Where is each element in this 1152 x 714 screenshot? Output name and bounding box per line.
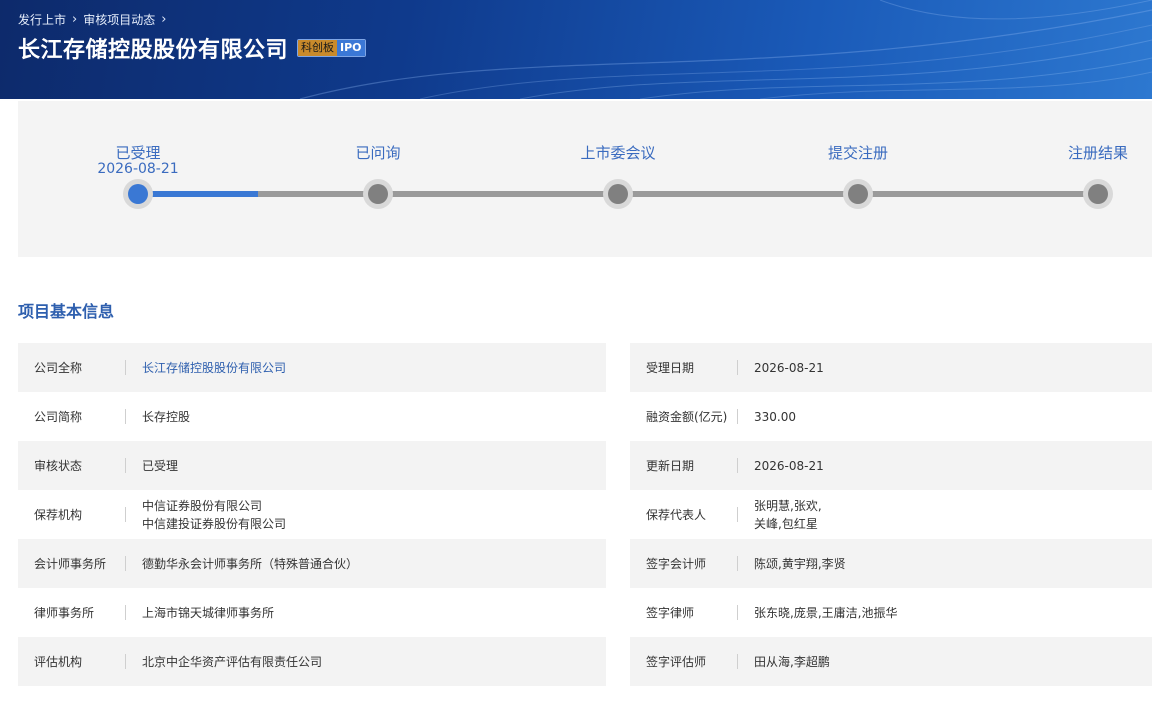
step-date-accepted: 2026-08-21: [97, 161, 179, 177]
board-badge-board: 科创板: [298, 40, 338, 56]
info-value-multiline: 张明慧,张欢, 关峰,包红星: [738, 497, 822, 533]
progress-track-fill: [138, 191, 258, 197]
step-node-inquired: [363, 179, 393, 209]
basic-info-left-table: 公司全称 长江存储控股股份有限公司 公司简称 长存控股 审核状态 已受理 保荐机…: [18, 343, 606, 686]
breadcrumb-item-review-news[interactable]: 审核项目动态: [83, 11, 155, 28]
info-row-signing-lawyers: 签字律师 张东晓,庞景,王庸洁,池振华: [630, 588, 1152, 637]
info-row-short-name: 公司简称 长存控股: [18, 392, 606, 441]
info-row-signing-appraisers: 签字评估师 田从海,李超鹏: [630, 637, 1152, 686]
step-node-registration-result: [1083, 179, 1113, 209]
info-label: 签字律师: [630, 588, 738, 637]
step-label-inquired: 已问询: [355, 144, 401, 162]
info-label: 律师事务所: [18, 588, 126, 637]
info-label: 签字评估师: [630, 637, 738, 686]
step-label-registration-result: 注册结果: [1067, 144, 1128, 162]
step-label-submit-registration: 提交注册: [827, 144, 888, 162]
board-badge-type: IPO: [337, 40, 365, 56]
info-label: 更新日期: [630, 441, 738, 490]
step-node-accepted: [123, 179, 153, 209]
section-title: 项目基本信息: [18, 302, 115, 321]
breadcrumb: 发行上市 › 审核项目动态 ›: [18, 11, 166, 28]
step-label-accepted: 已受理: [115, 144, 161, 162]
info-value-line: 中信建投证券股份有限公司: [142, 516, 287, 531]
info-value: 陈颂,黄宇翔,李贤: [754, 556, 846, 571]
info-value: 上海市锦天城律师事务所: [142, 605, 275, 620]
info-row-review-status: 审核状态 已受理: [18, 441, 606, 490]
info-label: 公司简称: [18, 392, 126, 441]
basic-info-right-table: 受理日期 2026-08-21 融资金额(亿元) 330.00 更新日期 202…: [630, 343, 1152, 686]
info-row-accept-date: 受理日期 2026-08-21: [630, 343, 1152, 392]
info-row-sponsor-reps: 保荐代表人 张明慧,张欢, 关峰,包红星: [630, 490, 1152, 539]
info-value: 张东晓,庞景,王庸洁,池振华: [754, 605, 898, 620]
chevron-right-icon: ›: [72, 12, 78, 27]
info-value: 田从海,李超鹏: [754, 654, 830, 669]
info-label: 签字会计师: [630, 539, 738, 588]
step-node-listing-committee: [603, 179, 633, 209]
info-value-multiline: 中信证券股份有限公司 中信建投证券股份有限公司: [126, 497, 286, 533]
info-row-financing-amount: 融资金额(亿元) 330.00: [630, 392, 1152, 441]
info-value: 北京中企华资产评估有限责任公司: [142, 654, 323, 669]
info-label: 评估机构: [18, 637, 126, 686]
chevron-right-icon: ›: [161, 12, 167, 27]
info-value: 德勤华永会计师事务所（特殊普通合伙）: [142, 556, 359, 571]
info-label: 审核状态: [18, 441, 126, 490]
info-row-accounting-firm: 会计师事务所 德勤华永会计师事务所（特殊普通合伙）: [18, 539, 606, 588]
info-row-law-firm: 律师事务所 上海市锦天城律师事务所: [18, 588, 606, 637]
breadcrumb-item-ipo[interactable]: 发行上市: [18, 11, 66, 28]
info-label: 融资金额(亿元): [630, 392, 738, 441]
info-value-line: 张明慧,张欢,: [754, 498, 822, 513]
info-label: 会计师事务所: [18, 539, 126, 588]
company-full-name-link[interactable]: 长江存储控股股份有限公司: [126, 359, 286, 377]
info-label: 保荐机构: [18, 490, 126, 539]
info-value: 长存控股: [142, 409, 191, 424]
info-row-full-name: 公司全称 长江存储控股股份有限公司: [18, 343, 606, 392]
header-banner: 发行上市 › 审核项目动态 › 长江存储控股股份有限公司 科创板 IPO: [0, 0, 1152, 99]
step-label-listing-committee: 上市委会议: [580, 144, 656, 162]
step-node-submit-registration: [843, 179, 873, 209]
info-row-appraiser: 评估机构 北京中企华资产评估有限责任公司: [18, 637, 606, 686]
info-value: 2026-08-21: [754, 458, 824, 473]
info-value: 已受理: [142, 458, 179, 473]
info-label: 公司全称: [18, 343, 126, 392]
info-value-line: 关峰,包红星: [754, 516, 818, 531]
info-row-update-date: 更新日期 2026-08-21: [630, 441, 1152, 490]
info-label: 保荐代表人: [630, 490, 738, 539]
info-label: 受理日期: [630, 343, 738, 392]
info-value: 330.00: [754, 409, 796, 424]
info-value-line: 中信证券股份有限公司: [142, 498, 263, 513]
page-title: 长江存储控股股份有限公司: [18, 38, 289, 63]
progress-panel: 已受理 2026-08-21 已问询 上市委会议 提交注册 注册结果: [18, 101, 1152, 257]
info-row-signing-accountants: 签字会计师 陈颂,黄宇翔,李贤: [630, 539, 1152, 588]
info-row-sponsor: 保荐机构 中信证券股份有限公司 中信建投证券股份有限公司: [18, 490, 606, 539]
board-badge: 科创板 IPO: [297, 39, 366, 57]
info-value: 2026-08-21: [754, 360, 824, 375]
